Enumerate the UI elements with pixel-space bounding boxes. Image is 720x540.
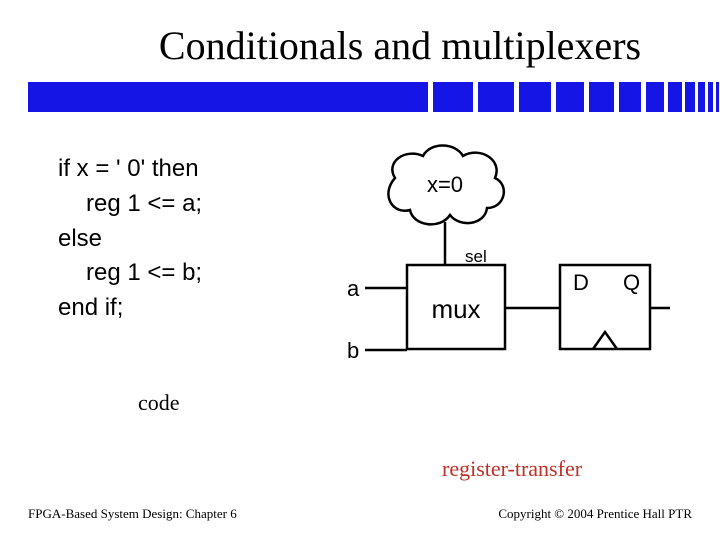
input-b-label: b	[347, 338, 359, 363]
register-transfer-label: register-transfer	[442, 456, 582, 482]
footer-left: FPGA-Based System Design: Chapter 6	[28, 506, 237, 522]
code-line: reg 1 <= a;	[86, 187, 202, 222]
decorative-bar	[28, 82, 696, 112]
input-a-label: a	[347, 276, 360, 301]
code-label: code	[138, 390, 180, 416]
q-label: Q	[623, 270, 640, 295]
code-block: if x = ' 0' then reg 1 <= a; else reg 1 …	[58, 152, 202, 326]
d-label: D	[573, 270, 589, 295]
sel-label: sel	[465, 247, 487, 266]
code-line: reg 1 <= b;	[86, 256, 202, 291]
footer-right: Copyright © 2004 Prentice Hall PTR	[498, 506, 692, 522]
cloud-text: x=0	[427, 172, 463, 197]
mux-text: mux	[431, 294, 480, 324]
diagram: x=0 sel mux a b D Q	[335, 140, 675, 400]
code-line: end if;	[58, 291, 202, 326]
slide-title: Conditionals and multiplexers	[0, 0, 720, 75]
code-line: else	[58, 222, 202, 257]
code-line: if x = ' 0' then	[58, 152, 202, 187]
